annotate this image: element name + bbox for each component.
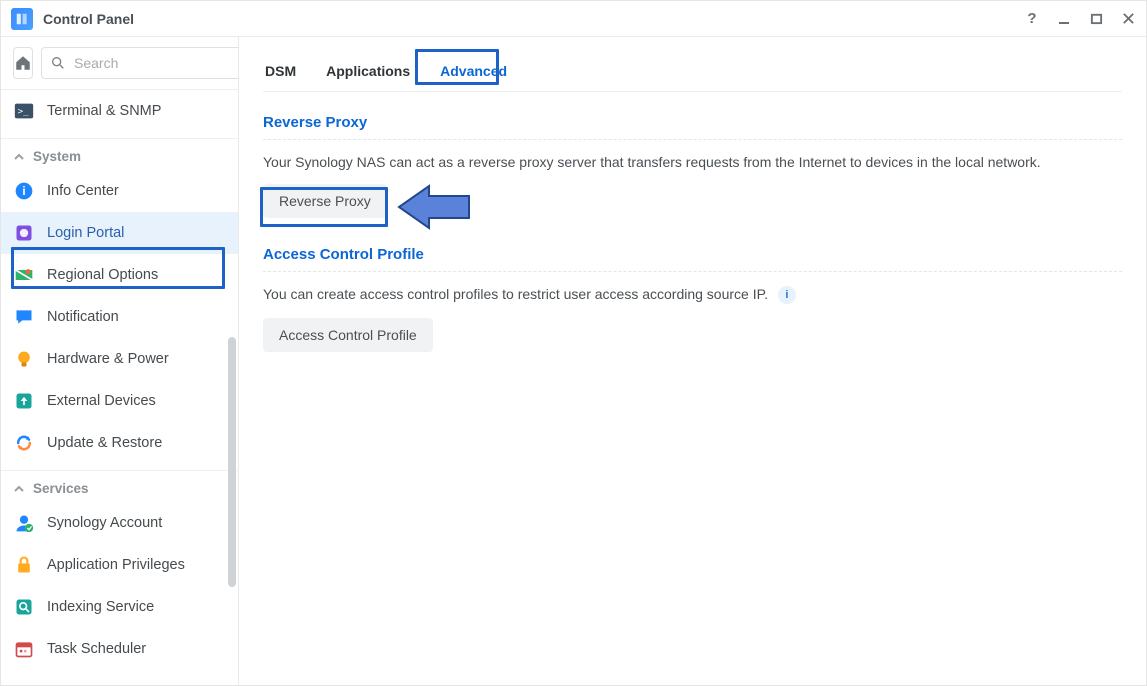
svg-text:i: i (22, 185, 25, 198)
chevron-up-icon (13, 151, 25, 163)
sidebar-item-label: Notification (47, 309, 119, 325)
section-title-reverse-proxy: Reverse Proxy (263, 114, 1122, 131)
chevron-up-icon (13, 483, 25, 495)
group-header-services[interactable]: Services (1, 470, 238, 502)
access-control-profile-button[interactable]: Access Control Profile (263, 318, 433, 352)
sidebar-item-label: Hardware & Power (47, 351, 169, 367)
upload-icon (13, 390, 35, 412)
sidebar-item-label: Application Privileges (47, 557, 185, 573)
tab-advanced[interactable]: Advanced (438, 55, 509, 91)
sidebar-item-label: Update & Restore (47, 435, 162, 451)
svg-text:>_: >_ (18, 106, 30, 117)
minimize-icon[interactable] (1056, 11, 1072, 27)
sidebar-item-hardware-power[interactable]: Hardware & Power (1, 338, 238, 380)
section-title-acp: Access Control Profile (263, 246, 1122, 263)
reverse-proxy-description: Your Synology NAS can act as a reverse p… (263, 154, 1122, 170)
sidebar-item-label: Login Portal (47, 225, 124, 241)
sidebar-item-login-portal[interactable]: Login Portal (1, 212, 238, 254)
group-label: System (33, 149, 81, 164)
user-icon (13, 512, 35, 534)
sidebar-item-update-restore[interactable]: Update & Restore (1, 422, 238, 464)
globe-icon (13, 264, 35, 286)
home-button[interactable] (13, 47, 33, 79)
info-icon: i (13, 180, 35, 202)
calendar-icon (13, 638, 35, 660)
sidebar-item-info-center[interactable]: i Info Center (1, 170, 238, 212)
sidebar-item-label: Regional Options (47, 267, 158, 283)
close-icon[interactable] (1120, 11, 1136, 27)
sidebar-header-row (1, 37, 238, 90)
tab-bar: DSM Applications Advanced (263, 55, 1122, 92)
group-label: Services (33, 481, 89, 496)
terminal-icon: >_ (13, 100, 35, 122)
sidebar-item-label: Task Scheduler (47, 641, 146, 657)
sidebar-item-indexing-service[interactable]: Indexing Service (1, 586, 238, 628)
sidebar-item-terminal-snmp[interactable]: >_ Terminal & SNMP (1, 90, 238, 132)
home-icon (14, 54, 32, 72)
info-icon[interactable]: i (778, 286, 796, 304)
search-input[interactable] (72, 54, 239, 72)
bulb-icon (13, 348, 35, 370)
section-divider (263, 271, 1122, 272)
window-controls: ? (1024, 11, 1136, 27)
control-panel-window: Control Panel ? >_ (0, 0, 1147, 686)
refresh-icon (13, 432, 35, 454)
sidebar-item-label: Indexing Service (47, 599, 154, 615)
sidebar-item-regional-options[interactable]: Regional Options (1, 254, 238, 296)
window-title: Control Panel (43, 11, 134, 27)
help-icon[interactable]: ? (1024, 11, 1040, 27)
index-search-icon (13, 596, 35, 618)
main-panel: DSM Applications Advanced Reverse Proxy … (239, 37, 1146, 685)
lock-icon (13, 554, 35, 576)
sidebar-item-label: Terminal & SNMP (47, 103, 161, 119)
maximize-icon[interactable] (1088, 11, 1104, 27)
tab-dsm[interactable]: DSM (263, 55, 298, 91)
sidebar-item-application-privileges[interactable]: Application Privileges (1, 544, 238, 586)
sidebar-item-external-devices[interactable]: External Devices (1, 380, 238, 422)
sidebar-scrollbar[interactable] (228, 337, 236, 587)
acp-desc-text: You can create access control profiles t… (263, 286, 768, 302)
sidebar-item-notification[interactable]: Notification (1, 296, 238, 338)
portal-icon (13, 222, 35, 244)
sidebar-item-label: Info Center (47, 183, 119, 199)
titlebar: Control Panel ? (1, 1, 1146, 37)
sidebar-item-task-scheduler[interactable]: Task Scheduler (1, 628, 238, 670)
sidebar: >_ Terminal & SNMP System i Info Center … (1, 37, 239, 685)
arrow-annotation (394, 184, 474, 230)
app-icon (11, 8, 33, 30)
acp-description: You can create access control profiles t… (263, 286, 1122, 304)
sidebar-item-synology-account[interactable]: Synology Account (1, 502, 238, 544)
group-header-system[interactable]: System (1, 138, 238, 170)
tab-applications[interactable]: Applications (324, 55, 412, 91)
search-icon (50, 55, 66, 71)
sidebar-item-label: External Devices (47, 393, 156, 409)
search-box[interactable] (41, 47, 239, 79)
section-divider (263, 139, 1122, 140)
reverse-proxy-button[interactable]: Reverse Proxy (263, 184, 387, 218)
chat-icon (13, 306, 35, 328)
sidebar-item-label: Synology Account (47, 515, 162, 531)
